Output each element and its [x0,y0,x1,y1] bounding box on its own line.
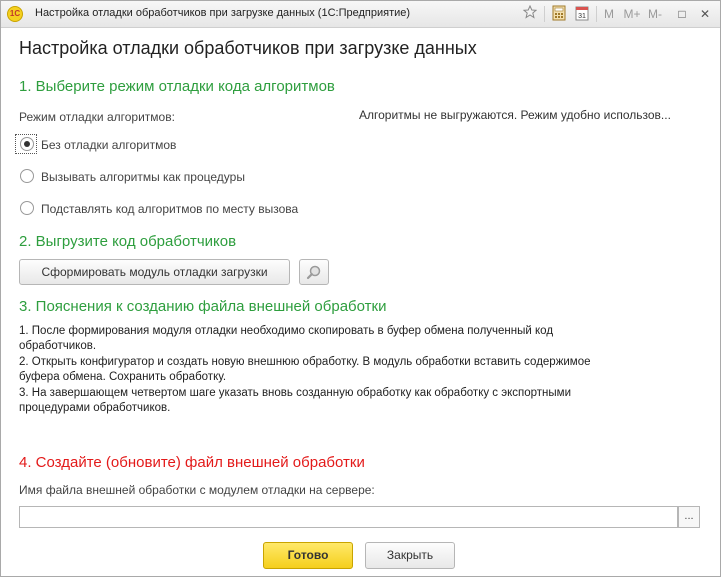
section1-title: 1. Выберите режим отладки кода алгоритмо… [19,78,335,95]
memory-button[interactable]: M [601,5,617,23]
explanation-text: 1. После формирования модуля отладки нео… [19,324,679,416]
explanation-line: процедурами обработчиков. [19,402,171,415]
radio-call-as-procedures[interactable] [20,169,34,183]
restore-button[interactable]: □ [674,5,690,23]
calendar-button[interactable]: 31 [573,5,591,23]
memory-plus-button[interactable]: M+ [622,5,642,23]
generate-debug-module-button[interactable]: Сформировать модуль отладки загрузки [19,259,290,285]
explanation-line: 3. На завершающем четвертом шаге указать… [19,386,572,399]
title-bar: 1С Настройка отладки обработчиков при за… [1,1,720,28]
radio-inline-code[interactable] [20,201,34,215]
mode-hint: Алгоритмы не выгружаются. Режим удобно и… [359,108,671,122]
calculator-button[interactable] [550,5,568,23]
calendar-icon: 31 [575,6,589,21]
file-name-label: Имя файла внешней обработки с модулем от… [19,483,375,497]
done-button[interactable]: Готово [263,542,353,569]
section2-title: 2. Выгрузите код обработчиков [19,233,237,250]
explanation-line: буфера обмена. Сохранить обработку. [19,371,227,384]
app-logo-icon: 1С [7,6,23,22]
calculator-icon [552,5,566,21]
explanation-line: 2. Открыть конфигуратор и создать новую … [19,355,591,368]
svg-text:31: 31 [578,13,586,20]
separator [596,6,597,22]
radio-no-debug[interactable] [20,137,34,151]
explanation-line: 1. После формирования модуля отладки нео… [19,325,554,337]
section4-title: 4. Создайте (обновите) файл внешней обра… [19,454,365,471]
section3-title: 3. Пояснения к созданию файла внешней об… [19,298,387,315]
magnifier-icon [306,265,321,280]
close-button[interactable]: Закрыть [365,542,455,569]
memory-minus-button[interactable]: M- [645,5,665,23]
window-title: Настройка отладки обработчиков при загру… [35,7,411,19]
radio-call-as-procedures-label[interactable]: Вызывать алгоритмы как процедуры [41,170,245,184]
favorite-star-icon[interactable] [521,4,539,23]
separator [544,6,545,22]
open-module-button[interactable] [299,259,329,285]
radio-no-debug-label[interactable]: Без отладки алгоритмов [41,138,176,152]
star-icon [522,4,538,19]
close-window-button[interactable]: ✕ [697,5,713,23]
choose-file-button[interactable]: ... [678,506,700,528]
explanation-line: обработчиков. [19,340,97,353]
dialog-window: 1С Настройка отладки обработчиков при за… [0,0,721,577]
form-heading: Настройка отладки обработчиков при загру… [19,38,477,58]
mode-label: Режим отладки алгоритмов: [19,110,175,124]
radio-inline-code-label[interactable]: Подставлять код алгоритмов по месту вызо… [41,202,298,216]
file-name-input[interactable] [19,506,678,528]
